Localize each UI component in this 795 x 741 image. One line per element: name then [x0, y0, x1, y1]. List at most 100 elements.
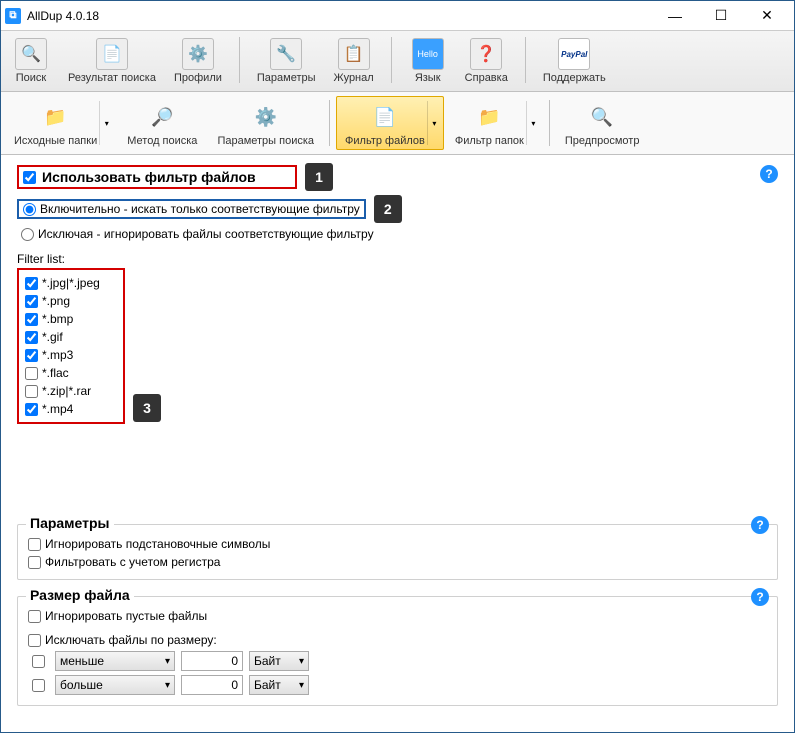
- case-sensitive-label: Фильтровать с учетом регистра: [45, 555, 220, 569]
- filter-item-checkbox[interactable]: [25, 349, 38, 362]
- size-operator-select[interactable]: больше: [55, 675, 175, 695]
- size-value-input[interactable]: [181, 675, 243, 695]
- case-sensitive-checkbox[interactable]: [28, 556, 41, 569]
- toolbar-profiles-button[interactable]: ⚙️ Профили: [167, 33, 229, 87]
- ignore-empty-checkbox[interactable]: [28, 610, 41, 623]
- callout-1: 1: [305, 163, 333, 191]
- filter-item-checkbox[interactable]: [25, 277, 38, 290]
- mode-exclusive-label: Исключая - игнорировать файлы соответств…: [38, 227, 374, 241]
- folder-filter-icon: 📁: [473, 101, 505, 133]
- filter-list-box: *.jpg|*.jpeg*.png*.bmp*.gif*.mp3*.flac*.…: [17, 268, 125, 424]
- preview-icon: 🔍: [586, 101, 618, 133]
- help-icon[interactable]: ?: [760, 165, 778, 183]
- profiles-icon: ⚙️: [182, 38, 214, 70]
- filter-item-checkbox[interactable]: [25, 367, 38, 380]
- filter-item-checkbox[interactable]: [25, 403, 38, 416]
- subtab-search-params-label: Параметры поиска: [217, 135, 314, 147]
- toolbar-results-button[interactable]: 📄 Результат поиска: [61, 33, 163, 87]
- filter-item: *.jpg|*.jpeg: [25, 274, 117, 292]
- toolbar-help-button[interactable]: ❓Справка: [458, 33, 515, 87]
- help-icon[interactable]: ?: [751, 588, 769, 606]
- ignore-wildcards-label: Игнорировать подстановочные символы: [45, 537, 270, 551]
- filter-item-label: *.gif: [42, 328, 63, 346]
- maximize-button[interactable]: ☐: [698, 1, 744, 31]
- toolbar-profiles-label: Профили: [174, 72, 222, 84]
- size-unit-select[interactable]: Байт: [249, 675, 309, 695]
- filter-item-checkbox[interactable]: [25, 313, 38, 326]
- file-size-group: Размер файла ? Игнорировать пустые файлы…: [17, 596, 778, 706]
- filter-item-label: *.flac: [42, 364, 69, 382]
- toolbar-lang-label: Язык: [415, 72, 441, 84]
- chevron-down-icon[interactable]: ▾: [526, 101, 540, 145]
- file-filter-icon: 📄: [369, 101, 401, 133]
- filter-item: *.zip|*.rar: [25, 382, 117, 400]
- filter-item-label: *.zip|*.rar: [42, 382, 91, 400]
- use-file-filter-row: Использовать фильтр файлов: [17, 165, 297, 189]
- toolbar-log-button[interactable]: 📋Журнал: [327, 33, 381, 87]
- size-rule-enable-checkbox[interactable]: [32, 655, 45, 668]
- search-icon: 🔍: [15, 38, 47, 70]
- exclude-by-size-checkbox[interactable]: [28, 634, 41, 647]
- size-rule-row: меньше Байт: [28, 651, 767, 671]
- method-icon: 🔎: [146, 101, 178, 133]
- filter-item: *.flac: [25, 364, 117, 382]
- filter-item-label: *.mp4: [42, 400, 73, 418]
- subtab-folder-filter[interactable]: 📁Фильтр папок▾: [446, 96, 543, 150]
- results-icon: 📄: [96, 38, 128, 70]
- minimize-button[interactable]: —: [652, 1, 698, 31]
- toolbar-lang-button[interactable]: Hello Язык: [402, 33, 454, 87]
- chevron-down-icon[interactable]: ▾: [427, 101, 441, 145]
- filter-item-checkbox[interactable]: [25, 331, 38, 344]
- mode-exclusive-row: Исключая - игнорировать файлы соответств…: [17, 226, 778, 242]
- subtab-method[interactable]: 🔎 Метод поиска: [118, 96, 206, 150]
- filter-item: *.bmp: [25, 310, 117, 328]
- help-icon[interactable]: ?: [751, 516, 769, 534]
- window-title: AllDup 4.0.18: [27, 9, 652, 23]
- subtab-src-folders[interactable]: 📁Исходные папки▾: [5, 96, 116, 150]
- file-size-group-title: Размер файла: [26, 587, 134, 603]
- callout-2: 2: [374, 195, 402, 223]
- help-icon: ❓: [470, 38, 502, 70]
- content-area: Использовать фильтр файлов 1 ? Включител…: [1, 155, 794, 741]
- support-icon: PayPal: [558, 38, 590, 70]
- app-icon: ⧉: [5, 8, 21, 24]
- size-unit-select[interactable]: Байт: [249, 651, 309, 671]
- lang-icon: Hello: [412, 38, 444, 70]
- mode-exclusive-radio[interactable]: [21, 228, 34, 241]
- ignore-wildcards-checkbox[interactable]: [28, 538, 41, 551]
- use-file-filter-checkbox[interactable]: [23, 171, 36, 184]
- subtab-preview[interactable]: 🔍 Предпросмотр: [556, 96, 649, 150]
- toolbar-search-button[interactable]: 🔍Поиск: [5, 33, 57, 87]
- toolbar-params-button[interactable]: 🔧Параметры: [250, 33, 323, 87]
- use-file-filter-label: Использовать фильтр файлов: [42, 169, 256, 185]
- main-toolbar: 🔍Поиск 📄 Результат поиска ⚙️ Профили 🔧Парамет…: [1, 31, 794, 92]
- mode-inclusive-radio[interactable]: [23, 203, 36, 216]
- size-operator-select[interactable]: меньше: [55, 651, 175, 671]
- filter-list-title: Filter list:: [17, 252, 778, 266]
- params-group: Параметры ? Игнорировать подстановочные …: [17, 524, 778, 580]
- toolbar-results-label: Результат поиска: [68, 72, 156, 84]
- subtab-search-params[interactable]: ⚙️Параметры поиска: [208, 96, 323, 150]
- filter-item-label: *.png: [42, 292, 70, 310]
- filter-item: *.mp3: [25, 346, 117, 364]
- subtab-file-filter[interactable]: 📄 Фильтр файлов▾: [336, 96, 444, 150]
- subtab-method-label: Метод поиска: [127, 135, 197, 147]
- filter-item-label: *.jpg|*.jpeg: [42, 274, 100, 292]
- subtab-file-filter-label: Фильтр файлов: [345, 135, 425, 147]
- size-value-input[interactable]: [181, 651, 243, 671]
- chevron-down-icon[interactable]: ▾: [99, 101, 113, 145]
- filter-item: *.mp4: [25, 400, 117, 418]
- filter-item: *.gif: [25, 328, 117, 346]
- filter-item-checkbox[interactable]: [25, 385, 38, 398]
- filter-item-checkbox[interactable]: [25, 295, 38, 308]
- filter-item: *.png: [25, 292, 117, 310]
- toolbar-params-label: Параметры: [257, 72, 316, 84]
- subtab-src-folders-label: Исходные папки: [14, 135, 97, 147]
- ignore-empty-label: Игнорировать пустые файлы: [45, 609, 207, 623]
- subtab-preview-label: Предпросмотр: [565, 135, 640, 147]
- size-rule-enable-checkbox[interactable]: [32, 679, 45, 692]
- toolbar-support-button[interactable]: PayPalПоддержать: [536, 33, 613, 87]
- mode-inclusive-label: Включительно - искать только соответству…: [40, 202, 360, 216]
- close-button[interactable]: ✕: [744, 1, 790, 31]
- filter-item-label: *.mp3: [42, 346, 73, 364]
